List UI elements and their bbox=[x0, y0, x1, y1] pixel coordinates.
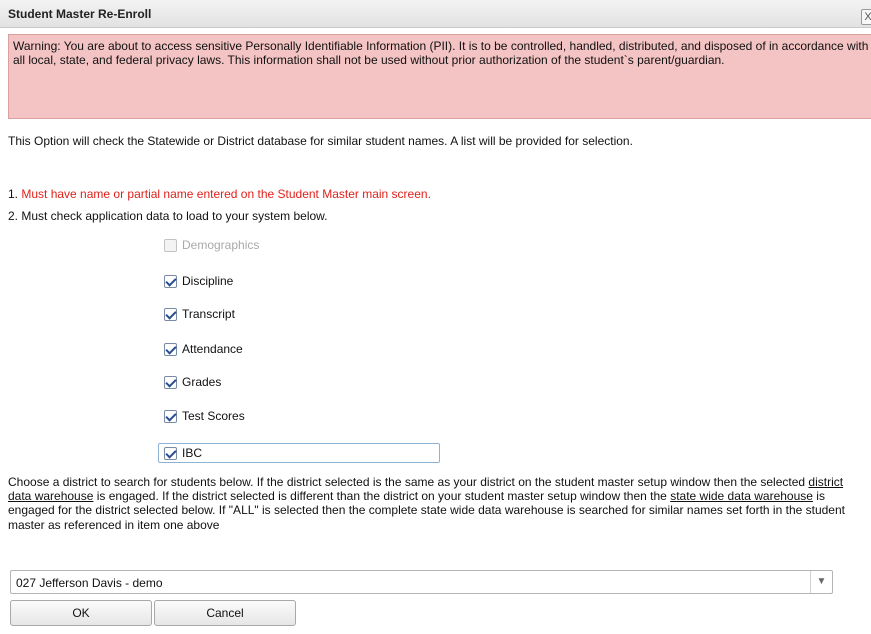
close-button[interactable]: X bbox=[861, 9, 871, 25]
transcript-checkbox[interactable] bbox=[164, 307, 177, 321]
requirement-1-number: 1. bbox=[8, 187, 19, 201]
option-ibc[interactable]: IBC bbox=[164, 444, 202, 462]
option-discipline[interactable]: Discipline bbox=[164, 272, 233, 290]
pii-warning: Warning: You are about to access sensiti… bbox=[8, 34, 871, 119]
demographics-checkbox bbox=[164, 238, 177, 252]
district-instructions: Choose a district to search for students… bbox=[8, 475, 848, 532]
intro-text: This Option will check the Statewide or … bbox=[8, 134, 633, 148]
requirement-1-text: Must have name or partial name entered o… bbox=[21, 187, 431, 201]
option-label: Test Scores bbox=[182, 409, 245, 423]
option-label: Grades bbox=[182, 375, 222, 389]
option-attendance[interactable]: Attendance bbox=[164, 340, 243, 358]
district-select[interactable]: 027 Jefferson Davis - demo ▼ bbox=[10, 570, 833, 594]
discipline-checkbox[interactable] bbox=[164, 274, 177, 288]
test-scores-checkbox[interactable] bbox=[164, 409, 177, 423]
grades-checkbox[interactable] bbox=[164, 375, 177, 389]
option-label: Transcript bbox=[182, 307, 235, 321]
district-select-value: 027 Jefferson Davis - demo bbox=[16, 576, 163, 590]
district-text-1: Choose a district to search for students… bbox=[8, 475, 809, 489]
window-title: Student Master Re-Enroll bbox=[8, 7, 152, 21]
chevron-down-icon[interactable]: ▼ bbox=[810, 571, 832, 593]
option-label: Discipline bbox=[182, 274, 234, 288]
option-grades[interactable]: Grades bbox=[164, 373, 221, 391]
district-text-2: is engaged. If the district selected is … bbox=[93, 489, 671, 504]
title-bar: Student Master Re-Enroll X bbox=[0, 0, 871, 28]
option-label: Demographics bbox=[182, 238, 260, 252]
state-warehouse-term: state wide data warehouse bbox=[670, 489, 813, 504]
cancel-button[interactable]: Cancel bbox=[154, 600, 296, 626]
option-demographics: Demographics bbox=[164, 236, 259, 254]
option-test-scores[interactable]: Test Scores bbox=[164, 407, 245, 425]
attendance-checkbox[interactable] bbox=[164, 342, 177, 356]
option-label: IBC bbox=[182, 446, 203, 460]
option-label: Attendance bbox=[182, 342, 243, 356]
option-transcript[interactable]: Transcript bbox=[164, 305, 235, 323]
ok-button[interactable]: OK bbox=[10, 600, 152, 626]
requirement-1: 1. Must have name or partial name entere… bbox=[8, 187, 431, 201]
requirement-2: 2. Must check application data to load t… bbox=[8, 209, 328, 223]
ibc-checkbox[interactable] bbox=[164, 446, 177, 460]
